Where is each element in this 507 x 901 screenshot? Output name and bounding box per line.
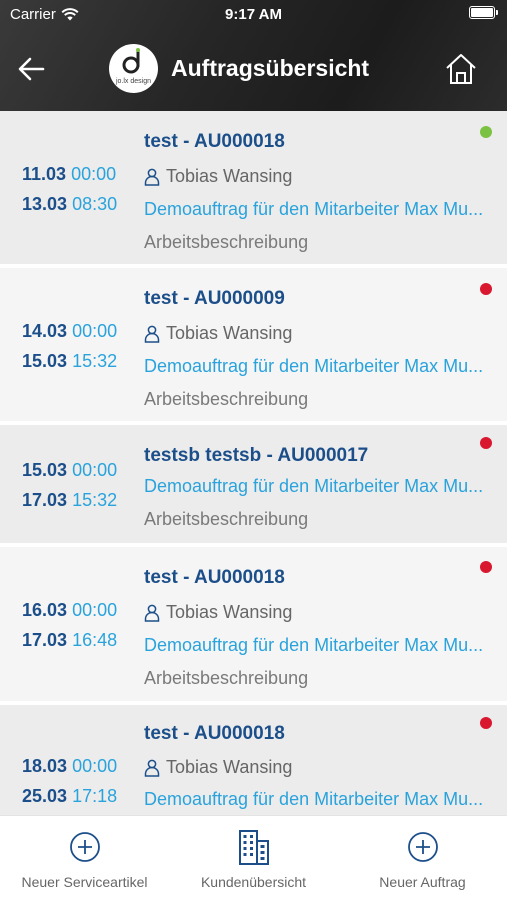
tab-customer-overview[interactable]: Kundenübersicht (169, 816, 338, 901)
status-dot-red (480, 561, 492, 573)
logo-text: jo.lx design (115, 78, 151, 85)
start-date: 14.03 (22, 321, 68, 341)
order-card[interactable]: 16.03 00:00 17.03 16:48 test - AU000018 … (0, 547, 507, 705)
start-date: 18.03 (22, 756, 68, 776)
person-icon (144, 759, 160, 777)
tab-new-service-item[interactable]: Neuer Serviceartikel (0, 816, 169, 901)
end-date: 15.03 (22, 351, 68, 371)
order-dates: 16.03 00:00 17.03 16:48 (22, 595, 117, 655)
order-description: Demoauftrag für den Mitarbeiter Max Mu..… (144, 635, 484, 655)
order-dates: 14.03 00:00 15.03 15:32 (22, 316, 117, 376)
order-description: Demoauftrag für den Mitarbeiter Max Mu..… (144, 476, 484, 496)
start-date: 16.03 (22, 600, 68, 620)
order-title: test - AU000009 (144, 288, 285, 309)
status-dot-red (480, 437, 492, 449)
tab-label: Neuer Serviceartikel (21, 874, 148, 890)
start-time: 00:00 (71, 164, 117, 184)
order-title: testsb testsb - AU000017 (144, 445, 369, 466)
status-bar: Carrier 9:17 AM (0, 0, 507, 28)
status-dot-red (480, 717, 492, 729)
order-person: Tobias Wansing (144, 166, 292, 187)
person-name: Tobias Wansing (166, 166, 293, 186)
start-date: 11.03 (22, 164, 67, 184)
order-dates: 11.03 00:00 13.03 08:30 (22, 159, 117, 219)
end-time: 15:32 (72, 351, 118, 371)
bottom-tab-bar: Neuer Serviceartikel Kundenübersicht Neu… (0, 815, 507, 900)
start-time: 00:00 (72, 756, 118, 776)
person-name: Tobias Wansing (166, 602, 293, 622)
end-time: 08:30 (72, 194, 118, 214)
home-icon[interactable] (444, 52, 478, 86)
back-arrow-icon[interactable] (16, 54, 46, 84)
order-card[interactable]: 18.03 00:00 25.03 17:18 test - AU000018 … (0, 705, 507, 815)
battery-icon (469, 6, 498, 19)
building-icon (238, 830, 269, 865)
person-icon (144, 168, 160, 186)
order-work: Arbeitsbeschreibung (144, 389, 309, 409)
order-title: test - AU000018 (144, 723, 285, 744)
start-time: 00:00 (72, 600, 118, 620)
start-date: 15.03 (22, 460, 68, 480)
order-title: test - AU000018 (144, 567, 285, 588)
person-name: Tobias Wansing (166, 757, 293, 777)
status-dot-red (480, 283, 492, 295)
company-logo: jo.lx design (109, 44, 158, 93)
order-work: Arbeitsbeschreibung (144, 668, 309, 688)
end-date: 13.03 (22, 194, 68, 214)
order-person: Tobias Wansing (144, 757, 292, 778)
start-time: 00:00 (72, 321, 118, 341)
order-title: test - AU000018 (144, 131, 285, 152)
order-card[interactable]: 11.03 00:00 13.03 08:30 test - AU000018 … (0, 111, 507, 268)
order-card[interactable]: 14.03 00:00 15.03 15:32 test - AU000009 … (0, 268, 507, 425)
end-date: 25.03 (22, 786, 68, 806)
order-description: Demoauftrag für den Mitarbeiter Max Mu..… (144, 789, 484, 809)
order-description: Demoauftrag für den Mitarbeiter Max Mu..… (144, 356, 484, 376)
tab-label: Neuer Auftrag (379, 874, 466, 890)
person-icon (144, 325, 160, 343)
plus-circle-icon (407, 832, 438, 862)
end-time: 15:32 (72, 490, 118, 510)
app-header: Carrier 9:17 AM jo.lx design Auftragsübe… (0, 0, 507, 111)
status-dot-green (480, 126, 492, 138)
order-dates: 18.03 00:00 25.03 17:18 (22, 751, 117, 811)
order-description: Demoauftrag für den Mitarbeiter Max Mu..… (144, 199, 484, 219)
tab-new-order[interactable]: Neuer Auftrag (338, 816, 507, 901)
order-work: Arbeitsbeschreibung (144, 232, 309, 252)
order-dates: 15.03 00:00 17.03 15:32 (22, 455, 117, 515)
plus-circle-icon (69, 832, 100, 862)
end-date: 17.03 (22, 630, 68, 650)
order-person: Tobias Wansing (144, 323, 292, 344)
end-time: 17:18 (72, 786, 118, 806)
person-icon (144, 604, 160, 622)
person-name: Tobias Wansing (166, 323, 293, 343)
end-date: 17.03 (22, 490, 68, 510)
end-time: 16:48 (72, 630, 118, 650)
start-time: 00:00 (72, 460, 118, 480)
tab-label: Kundenübersicht (200, 874, 307, 890)
status-time: 9:17 AM (225, 6, 282, 23)
order-list[interactable]: 11.03 00:00 13.03 08:30 test - AU000018 … (0, 111, 507, 815)
order-card[interactable]: 15.03 00:00 17.03 15:32 testsb testsb - … (0, 425, 507, 547)
page-title: Auftragsübersicht (171, 55, 370, 81)
logo-mark-icon: jo.lx design (115, 48, 151, 85)
order-work: Arbeitsbeschreibung (144, 509, 309, 529)
order-person: Tobias Wansing (144, 602, 292, 623)
